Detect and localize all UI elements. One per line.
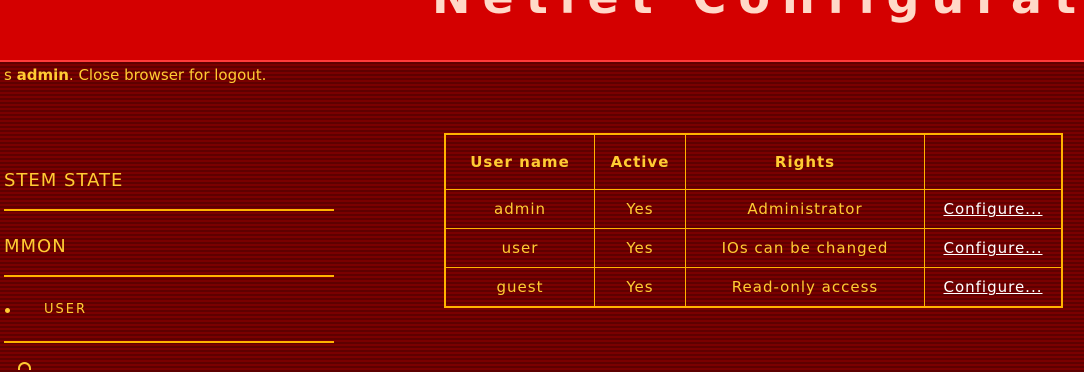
cell-active: Yes xyxy=(594,228,686,268)
nav-divider xyxy=(4,275,334,277)
table-header-row: User name Active Rights xyxy=(444,133,1063,190)
logout-hint: . Close browser for logout. xyxy=(68,66,267,84)
cell-user-name: guest xyxy=(444,267,595,308)
configure-link[interactable]: Configure... xyxy=(943,239,1042,257)
bullet-icon xyxy=(5,308,10,313)
nav-item-system-state[interactable]: STEM STATE xyxy=(4,170,123,191)
nav-item-user[interactable]: USER xyxy=(44,302,87,317)
cell-active: Yes xyxy=(594,267,686,308)
logged-in-user: admin xyxy=(16,66,69,84)
table-row: admin Yes Administrator Configure... xyxy=(444,189,1063,229)
cell-action: Configure... xyxy=(924,228,1063,268)
nav-divider xyxy=(4,341,334,343)
table-row: guest Yes Read-only access Configure... xyxy=(444,267,1063,308)
col-header-user-name: User name xyxy=(444,133,595,190)
nav-item-common[interactable]: MMON xyxy=(4,236,67,257)
cell-user-name: user xyxy=(444,228,595,268)
nav-divider xyxy=(4,209,334,211)
cell-action: Configure... xyxy=(924,189,1063,229)
cell-rights: Read-only access xyxy=(685,267,925,308)
configure-link[interactable]: Configure... xyxy=(943,278,1042,296)
col-header-rights: Rights xyxy=(685,133,925,190)
header-banner: Netlet Configurat xyxy=(0,0,1084,62)
cell-active: Yes xyxy=(594,189,686,229)
login-prefix: s xyxy=(4,66,17,84)
cell-rights: Administrator xyxy=(685,189,925,229)
col-header-actions xyxy=(924,133,1063,190)
page-title: Netlet Configurat xyxy=(432,0,1084,24)
configure-link[interactable]: Configure... xyxy=(943,200,1042,218)
partial-nav-glyph xyxy=(18,362,31,370)
users-table: User name Active Rights admin Yes Admini… xyxy=(444,133,1063,308)
login-status: s admin. Close browser for logout. xyxy=(4,66,266,84)
cell-user-name: admin xyxy=(444,189,595,229)
table-row: user Yes IOs can be changed Configure... xyxy=(444,228,1063,268)
cell-rights: IOs can be changed xyxy=(685,228,925,268)
col-header-active: Active xyxy=(594,133,686,190)
cell-action: Configure... xyxy=(924,267,1063,308)
